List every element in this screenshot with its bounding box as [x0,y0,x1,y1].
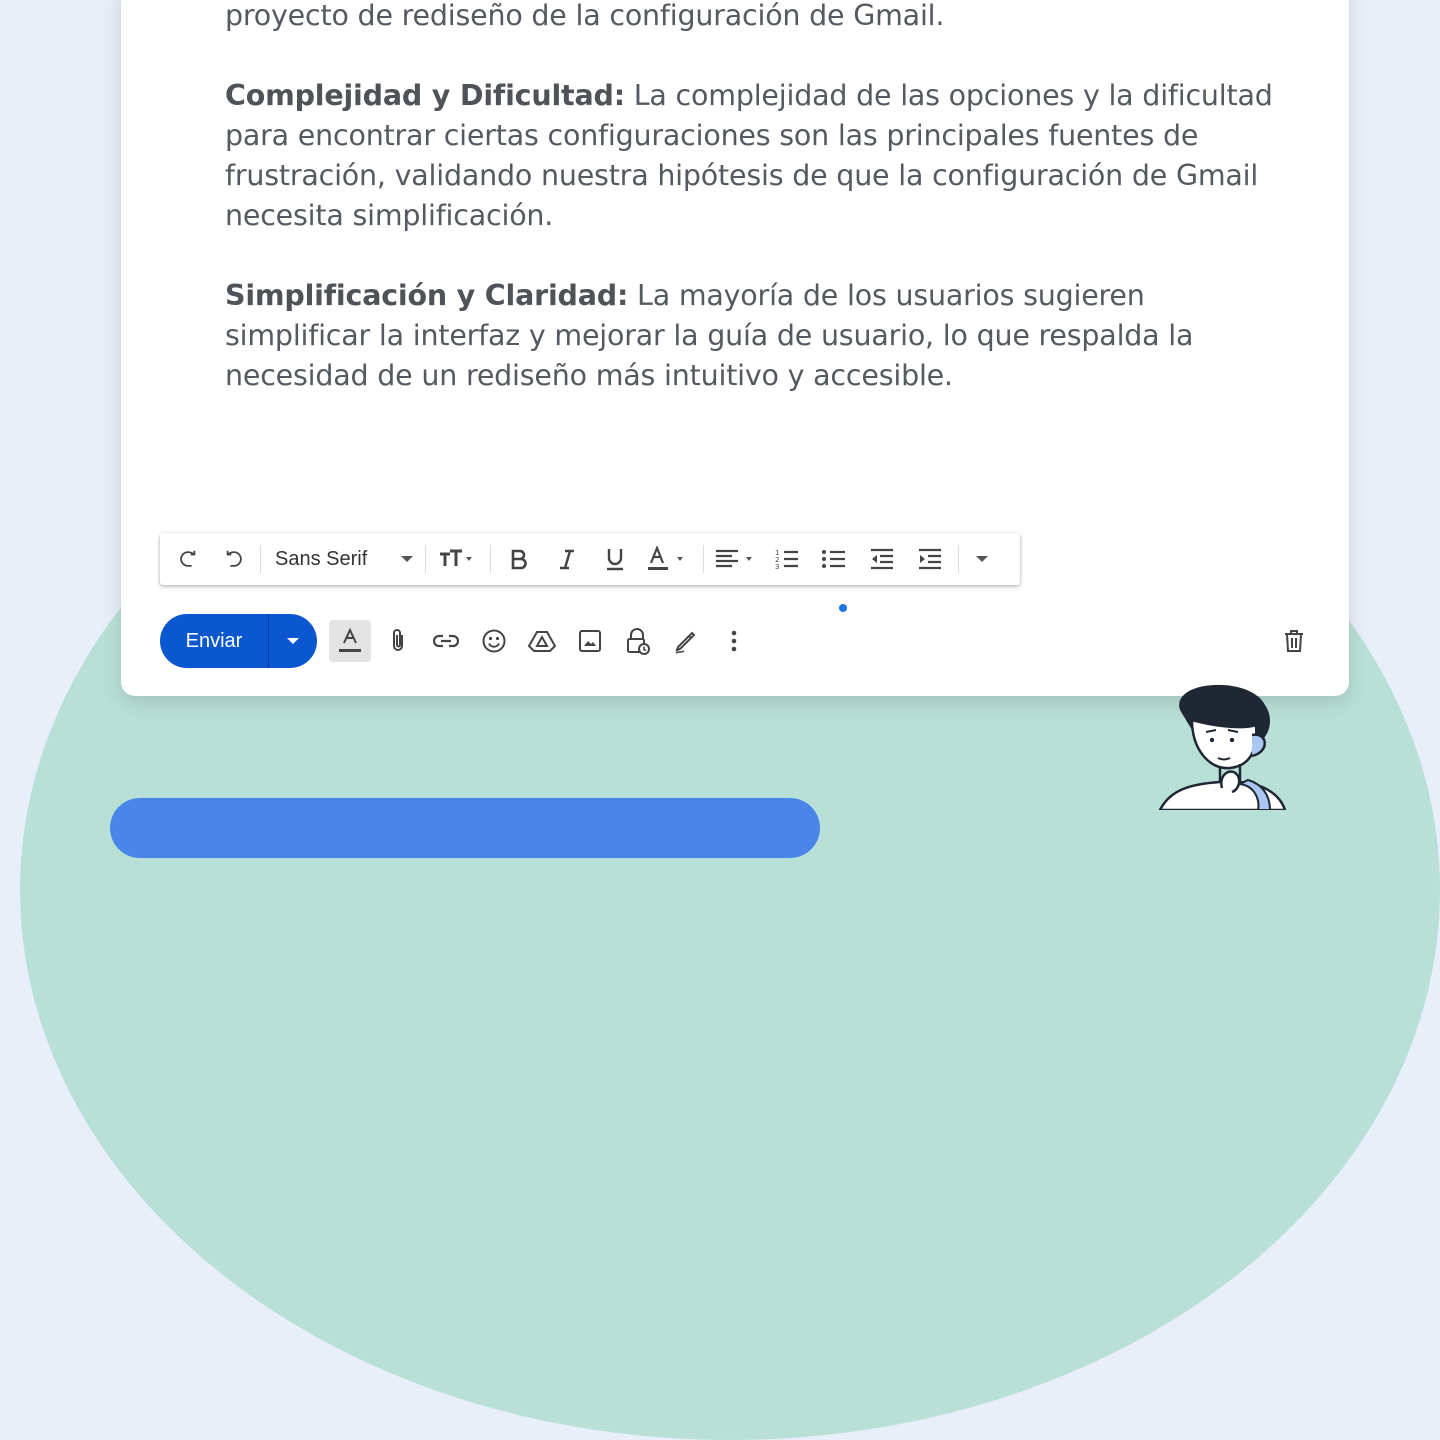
more-options-icon[interactable] [713,620,755,662]
font-family-value: Sans Serif [275,547,368,570]
font-family-select[interactable]: Sans Serif [265,539,421,579]
thinking-person-illustration [1140,680,1300,812]
heading-complejidad: Complejidad y Dificultad: [225,79,625,112]
formatting-options-icon[interactable] [329,620,371,662]
discard-icon[interactable] [1273,620,1315,662]
more-formatting-icon[interactable] [963,539,1001,579]
svg-text:3: 3 [775,563,779,570]
photo-icon[interactable] [569,620,611,662]
send-button[interactable]: Enviar [160,614,268,668]
bulleted-list-icon[interactable] [810,539,858,579]
italic-icon[interactable] [543,539,591,579]
formatting-toolbar: Sans Serif 123 [160,533,1020,585]
indent-less-icon[interactable] [858,539,906,579]
divider [260,545,261,573]
schedule-send-button[interactable] [269,614,317,668]
bold-icon[interactable] [495,539,543,579]
chevron-down-icon [401,556,414,562]
undo-icon[interactable] [164,539,212,579]
attach-icon[interactable] [377,620,419,662]
compose-window: proyecto de rediseño de la configuración… [121,0,1349,696]
emoji-icon[interactable] [473,620,515,662]
heading-simplificacion: Simplificación y Claridad: [225,279,629,312]
confidential-mode-icon[interactable] [617,620,659,662]
send-button-group: Enviar [160,614,317,668]
compose-actions-bar [329,604,847,662]
underline-icon[interactable] [591,539,639,579]
link-icon[interactable] [425,620,467,662]
paragraph-intro: proyecto de rediseño de la configuración… [225,0,945,32]
notification-dot [839,604,847,612]
divider [425,545,427,573]
font-size-icon[interactable] [430,539,486,579]
paragraph-complejidad: Complejidad y Dificultad: La complejidad… [225,79,1273,232]
paragraph-simplificacion: Simplificación y Claridad: La mayoría de… [225,279,1194,392]
divider [490,545,492,573]
divider [703,545,705,573]
chevron-down-icon [287,638,299,644]
email-body[interactable]: proyecto de rediseño de la configuración… [225,0,1285,436]
redo-icon[interactable] [212,539,256,579]
indent-more-icon[interactable] [906,539,954,579]
divider [958,545,960,573]
align-icon[interactable] [708,539,764,579]
numbered-list-icon[interactable]: 123 [764,539,810,579]
drive-icon[interactable] [521,620,563,662]
text-color-icon[interactable] [639,539,699,579]
background-blue-pill [110,798,820,858]
signature-icon[interactable] [665,620,707,662]
